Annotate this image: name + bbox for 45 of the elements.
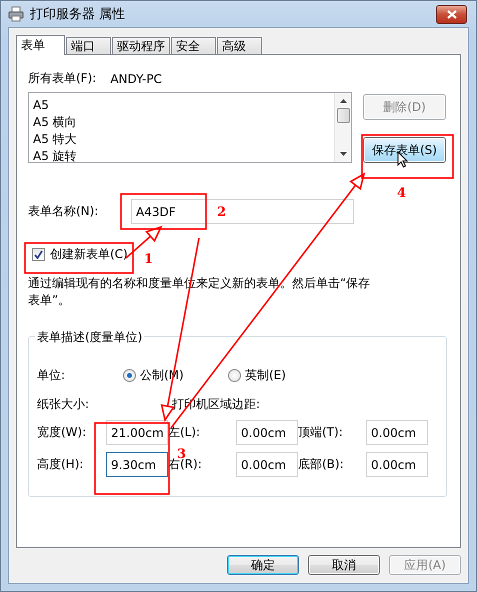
server-name: ANDY-PC: [110, 72, 162, 86]
form-list-item[interactable]: A5 横向: [32, 114, 331, 131]
dialog-button[interactable]: 取消: [308, 555, 380, 575]
create-new-form-label: 创建新表单(C): [50, 246, 128, 263]
scrollbar[interactable]: [334, 93, 351, 162]
close-icon: [446, 10, 456, 18]
measurement-field[interactable]: 9.30cm: [106, 452, 168, 477]
form-list-item[interactable]: A5 旋转: [32, 148, 331, 165]
field-label: 高度(H):: [37, 456, 84, 473]
measurement-field[interactable]: 0.00cm: [236, 452, 298, 477]
forms-list[interactable]: A5 A5 横向 A5 特大 A5 旋转: [28, 92, 352, 163]
window-title: 打印服务器 属性: [30, 6, 126, 23]
form-name-label: 表单名称(N):: [28, 203, 100, 220]
printer-icon: [8, 6, 24, 22]
dialog-button[interactable]: 确定: [227, 555, 299, 575]
radio-button[interactable]: [123, 369, 136, 382]
group-title: 表单描述(度量单位): [35, 329, 144, 346]
step-number: 4: [397, 186, 406, 201]
close-button[interactable]: [436, 4, 467, 24]
measurement-field[interactable]: 0.00cm: [366, 452, 428, 477]
measurement-field[interactable]: 0.00cm: [236, 420, 298, 445]
units-label: 单位:: [37, 367, 66, 384]
tab[interactable]: 表单: [16, 35, 65, 55]
form-list-item[interactable]: A5: [32, 97, 331, 114]
tab[interactable]: 端口: [66, 37, 111, 54]
tab[interactable]: 驱动程序: [112, 37, 170, 54]
measurement-field[interactable]: 21.00cm: [106, 420, 168, 445]
measurement-field[interactable]: 0.00cm: [366, 420, 428, 445]
check-icon: [34, 250, 43, 259]
scroll-down-icon: [340, 152, 346, 156]
paper-size-label: 纸张大小:: [37, 396, 90, 413]
step-number: 2: [217, 205, 226, 220]
tab[interactable]: 高级: [217, 37, 262, 54]
radio-button[interactable]: [228, 369, 241, 382]
form-list-item[interactable]: A5 特大: [32, 131, 331, 148]
field-label: 顶端(T):: [298, 424, 344, 441]
field-label: 宽度(W):: [37, 424, 88, 441]
checkbox[interactable]: [32, 248, 45, 261]
scrollbar-thumb[interactable]: [336, 108, 350, 123]
field-label: 底部(B):: [298, 456, 345, 473]
scroll-up-icon: [340, 99, 346, 103]
tab[interactable]: 安全: [171, 37, 216, 54]
unit-option-label: 英制(E): [245, 367, 286, 384]
step-number: 1: [144, 252, 154, 267]
all-forms-label: 所有表单(F):: [28, 70, 96, 87]
